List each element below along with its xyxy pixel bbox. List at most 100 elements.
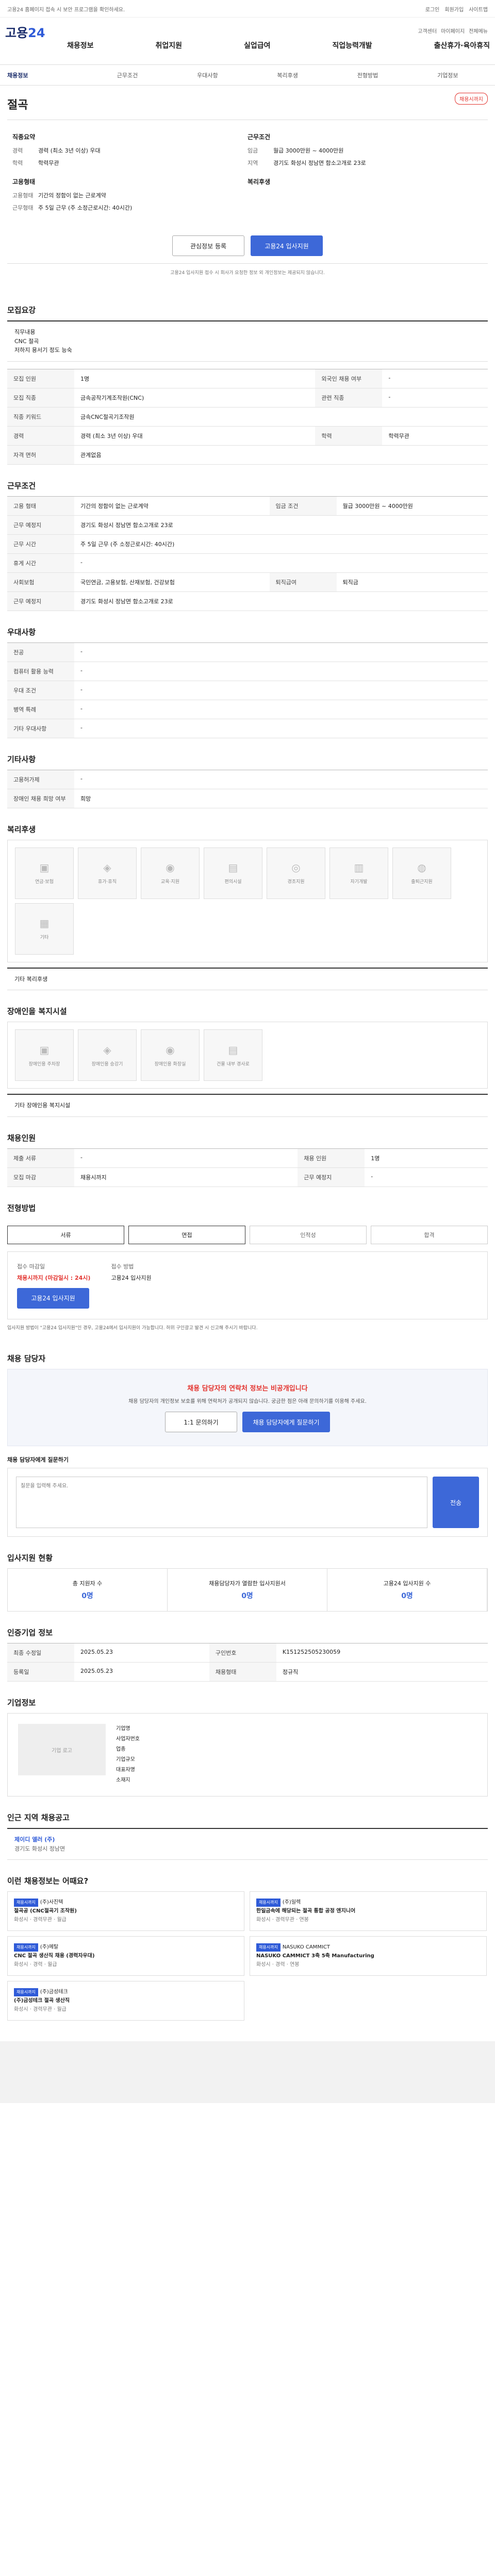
site-footer [0,2041,495,2104]
table-header-cell: 퇴직급여 [269,572,337,592]
step-documents: 서류 [7,1225,124,1244]
table-cell: - [74,719,488,738]
table-cell [336,515,488,535]
table-row: 근무 예정지 경기도 화성시 정남면 함소고개로 23로 [7,591,488,611]
nearby-job[interactable]: 제이디 엘러 (주) 경기도 화성시 정남면 [7,1828,488,1860]
step-pass: 합격 [371,1225,488,1244]
table-row: 직종 키워드 금속CNC절곡기조작원 [7,407,488,427]
message-input[interactable] [16,1477,427,1529]
section-company-title: 기업정보 [7,1698,36,1708]
deadline-value: 채용시까지 (마감일시 : 24시) [17,1274,91,1281]
recommend-title: 한일금속에 해당되는 절곡 통합 공정 엔지니어 [256,1908,356,1914]
table-cell: 2025.05.23 [74,1643,209,1663]
benefit-card: ◎ 경조지원 [267,847,325,899]
apply-button-2[interactable]: 고용24 입사지원 [17,1287,89,1309]
benefit-card: ◉ 장애인용 화장실 [141,1029,200,1081]
gnb-support[interactable]: 취업지원 [155,40,182,50]
table-row: 컴퓨터 활용 능력 - [7,662,488,681]
table-header-cell: 고용 형태 [7,496,74,516]
company-field: 대표자명 [116,1767,135,1773]
recommend-info: 화성시 · 경력 · 월급 [14,1962,57,1968]
kv-key: 지역 [248,160,258,166]
recommend-info: 화성시 · 경력무관 · 월급 [14,1917,67,1923]
stat-value: 0명 [401,1592,413,1601]
recommend-card[interactable]: 채용시까지 (주)일렉 한일금속에 해당되는 절곡 통합 공정 엔지니어 화성시 · … [250,1891,487,1931]
tab-method[interactable]: 전형방법 [327,71,407,79]
gnb-leave[interactable]: 출산휴가·육아휴직 [434,40,490,50]
inquiry-button[interactable]: 채용 담당자에게 질문하기 [242,1412,330,1433]
disabled-etc: 기타 장애인용 복지시설 [7,1094,488,1117]
table-cell [382,445,488,465]
contact-title: 채용 담당자의 연락처 정보는 비공개입니다 [187,1385,308,1393]
section-summary-title: 모집요강 [7,306,36,315]
table-header-cell: 근무 예정지 [7,591,74,611]
kv-key: 임금 [248,147,258,154]
company-field: 소재지 [116,1777,130,1784]
gnb-benefit[interactable]: 실업급여 [244,40,271,50]
table-header-cell: 구인번호 [209,1643,276,1663]
table-header-cell: 등록일 [7,1662,74,1682]
tab-conditions[interactable]: 근무조건 [87,71,167,79]
benefit-icon: ▤ [228,1043,238,1056]
table-cell: 경기도 화성시 정남면 함소고개로 23로 [74,591,270,611]
kv-value: 기간의 정함이 없는 근로계약 [38,192,106,199]
util-mypage[interactable]: 마이페이지 [441,27,465,35]
job-description: 직무내용 CNC 절곡 저하지 용서기 정도 능숙 [7,320,488,362]
ask-button[interactable]: 1:1 문의하기 [165,1412,237,1433]
recommend-company: NASUKO CAMMICT [282,1944,330,1951]
logo-number: 24 [28,26,45,40]
tab-prefer[interactable]: 우대사항 [168,71,248,79]
message-label: 채용 담당자에게 질문하기 [7,1456,69,1464]
section-recommend-title: 이런 채용정보는 어때요? [7,1876,89,1886]
table-cell: - [74,1148,298,1168]
table-header-cell: 외국인 채용 여부 [315,369,383,388]
signup-link[interactable]: 회원가입 [444,5,464,13]
stat-value: 0명 [81,1592,93,1601]
login-link[interactable]: 로그인 [425,5,440,13]
section-method-title: 전형방법 [7,1203,36,1213]
contact-box: 채용 담당자의 연락처 정보는 비공개입니다 채용 담당자의 개인정보 보호를 … [7,1369,488,1447]
recommend-card[interactable]: 채용시까지 (주)메탈 CNC 절곡 생산직 채용 (경력자우대) 화성시 · 경력 … [7,1936,244,1976]
apply-stats: 총 지원자 수 0명 채용담당자가 열람한 입사지원서 0명 고용24 입사지원 수… [7,1568,488,1612]
recommend-title: (주)금성테크 절곡 생산직 [14,1998,70,2004]
benefit-icon: ▣ [39,861,50,874]
welfare-etc: 기타 복리후생 [7,967,488,991]
table-cell [269,591,337,611]
table-cell [315,407,383,427]
tab-welfare[interactable]: 복리후생 [248,71,327,79]
gnb-training[interactable]: 직업능력개발 [332,40,372,50]
table-row: 고용허가제 - [7,770,488,789]
table-row: 고용 형태 기간의 정함이 없는 근로계약 임금 조건 월급 3000만원 ~ 400… [7,496,488,516]
table-header-cell: 병역 특례 [7,700,74,719]
recommend-card[interactable]: 채용시까지 (주)금성테크 (주)금성테크 절곡 생산직 화성시 · 경력무관 · 월… [7,1981,244,2021]
table-cell: - [74,700,488,719]
benefit-label: 편의시설 [224,879,242,885]
gnb-jobs[interactable]: 채용정보 [67,40,94,50]
benefit-label: 출퇴근지원 [411,879,433,885]
recommend-card[interactable]: 채용시까지 NASUKO CAMMICT NASUKO CAMMICT 3축 5축 … [250,1936,487,1976]
table-cell: - [74,662,488,681]
table-header-cell: 관련 직종 [315,388,383,408]
table-header-cell: 우대 조건 [7,681,74,700]
apply-button[interactable]: 고용24 입사지원 [251,235,323,256]
sitemap-link[interactable]: 사이트맵 [469,5,488,13]
tab-company[interactable]: 기업정보 [408,71,488,79]
welfare-heading: 복리후생 [248,178,271,185]
util-customer[interactable]: 고객센터 [418,27,437,35]
site-logo[interactable]: 고용24 [5,23,45,41]
benefit-icon: ◎ [291,861,301,874]
tab-jobinfo[interactable]: 채용정보 [7,71,87,79]
recommend-tag: 채용시까지 [256,1899,280,1907]
recommend-card[interactable]: 채용시까지 (주)사진텍 절곡공 (CNC절곡기 조작원) 화성시 · 경력무관 · … [7,1891,244,1931]
util-allmenu[interactable]: 전체메뉴 [469,27,488,35]
favorite-button[interactable]: 관심정보 등록 [172,235,244,256]
table-header-cell: 컴퓨터 활용 능력 [7,662,74,681]
kv-value: 경기도 화성시 정남면 함소고개로 23로 [273,160,366,166]
benefit-label: 장애인용 화장실 [154,1061,186,1067]
table-row: 등록일 2025.05.23 채용형태 정규직 [7,1662,488,1682]
recommend-company: (주)일렉 [282,1900,301,1906]
send-button[interactable]: 전송 [433,1477,479,1529]
stat-value: 0명 [241,1592,253,1601]
stat-label: 총 지원자 수 [72,1580,103,1587]
table-row: 사회보험 국민연금, 고용보험, 산재보험, 건강보험 퇴직급여 퇴직금 [7,572,488,592]
